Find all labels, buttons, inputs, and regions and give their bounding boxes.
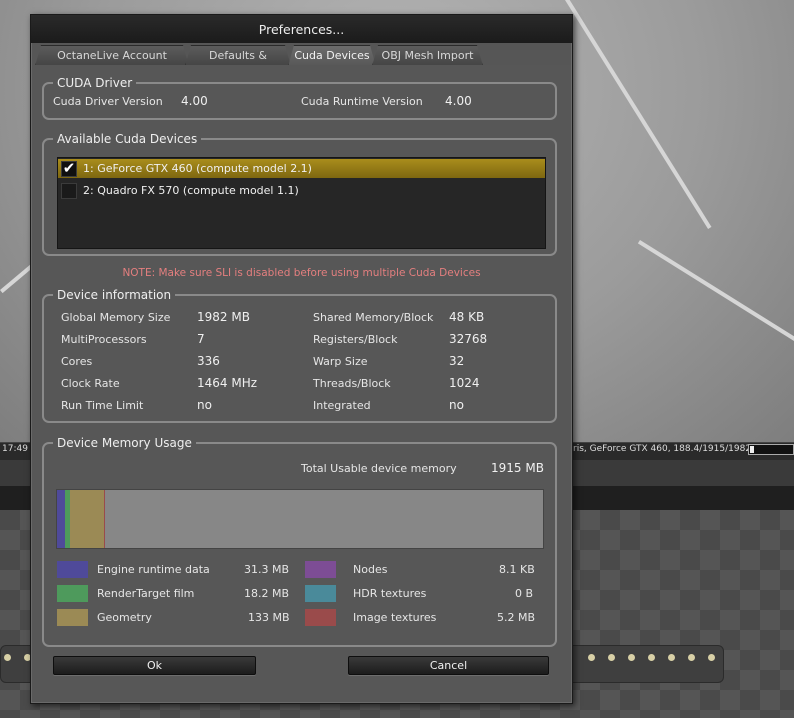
legend-swatch-geometry — [57, 609, 88, 626]
legend-label: Image textures — [353, 611, 437, 624]
memory-bar-segment — [70, 490, 104, 548]
node-port-dot — [648, 654, 655, 661]
device-item-quadro[interactable]: 2: Quadro FX 570 (compute model 1.1) — [58, 181, 545, 200]
legend-label: Geometry — [97, 611, 152, 624]
info-value: 1464 MHz — [197, 376, 258, 390]
legend-value: 18.2 MB — [244, 587, 290, 600]
node-port-dot — [708, 654, 715, 661]
device-info-title: Device information — [53, 287, 176, 303]
tab-obj-mesh-import[interactable]: OBJ Mesh Import — [372, 45, 483, 66]
render-line — [637, 240, 794, 360]
driver-version-label: Cuda Driver Version — [53, 95, 163, 108]
preferences-dialog: Preferences... OctaneLive Account Settin… — [30, 14, 573, 704]
memory-usage-bar — [56, 489, 544, 549]
device-label: 1: GeForce GTX 460 (compute model 2.1) — [83, 162, 312, 175]
memory-usage-group: Device Memory Usage Total Usable device … — [42, 435, 557, 647]
legend-label: RenderTarget film — [97, 587, 195, 600]
info-value: 336 — [197, 354, 220, 368]
info-label: Global Memory Size — [61, 311, 171, 324]
render-line — [565, 0, 712, 229]
legend-value: 5.2 MB — [497, 611, 536, 624]
info-value: 32768 — [449, 332, 488, 346]
info-label: Warp Size — [313, 355, 368, 368]
info-label: Threads/Block — [313, 377, 391, 390]
driver-version-value: 4.00 — [181, 94, 208, 108]
node-port-dot — [608, 654, 615, 661]
runtime-version-label: Cuda Runtime Version — [301, 95, 423, 108]
legend-swatch-hdr — [305, 585, 336, 602]
tab-content-cuda-devices: CUDA Driver Cuda Driver Version 4.00 Cud… — [32, 65, 571, 702]
sli-note: NOTE: Make sure SLI is disabled before u… — [122, 267, 481, 279]
legend-label: HDR textures — [353, 587, 427, 600]
status-time: 17:49 — [2, 444, 28, 454]
device-item-gtx460[interactable]: ✔ 1: GeForce GTX 460 (compute model 2.1) — [58, 159, 545, 178]
info-value: 1982 MB — [197, 310, 250, 324]
info-label: Cores — [61, 355, 93, 368]
dialog-title: Preferences... — [31, 15, 572, 43]
status-gpu-text: ris, GeForce GTX 460, 188.4/1915/1982 MB — [573, 444, 768, 454]
render-line — [0, 264, 34, 294]
node-port-dot — [688, 654, 695, 661]
info-value: 32 — [449, 354, 465, 368]
legend-swatch-rendertarget — [57, 585, 88, 602]
memory-usage-title: Device Memory Usage — [53, 435, 196, 451]
legend-label: Engine runtime data — [97, 563, 210, 576]
cuda-devices-group: Available Cuda Devices ✔ 1: GeForce GTX … — [42, 131, 557, 256]
gpu-memory-meter — [748, 444, 794, 455]
device-checkbox-gtx460[interactable]: ✔ — [61, 161, 77, 177]
legend-value: 133 MB — [248, 611, 290, 624]
info-value: 1024 — [449, 376, 480, 390]
info-label: MultiProcessors — [61, 333, 147, 346]
memory-bar-segment — [104, 490, 105, 548]
tab-cuda-devices[interactable]: Cuda Devices — [288, 45, 376, 67]
device-checkbox-quadro[interactable] — [61, 183, 77, 199]
info-value: no — [197, 398, 212, 412]
device-info-group: Device information Global Memory Size 19… — [42, 287, 557, 423]
cuda-devices-title: Available Cuda Devices — [53, 131, 202, 147]
legend-swatch-image-textures — [305, 609, 336, 626]
cancel-button[interactable]: Cancel — [348, 656, 549, 675]
info-label: Run Time Limit — [61, 399, 144, 412]
ok-button[interactable]: Ok — [53, 656, 256, 675]
device-label: 2: Quadro FX 570 (compute model 1.1) — [83, 184, 299, 197]
info-label: Integrated — [313, 399, 371, 412]
memory-bar-segment — [57, 490, 65, 548]
cuda-driver-group: CUDA Driver Cuda Driver Version 4.00 Cud… — [42, 75, 557, 120]
node-port-dot — [628, 654, 635, 661]
legend-swatch-engine — [57, 561, 88, 578]
legend-swatch-nodes — [305, 561, 336, 578]
legend-label: Nodes — [353, 563, 388, 576]
runtime-version-value: 4.00 — [445, 94, 472, 108]
node-port-dot — [668, 654, 675, 661]
gpu-memory-meter-fill — [750, 446, 754, 453]
legend-value: 31.3 MB — [244, 563, 290, 576]
tab-bar: OctaneLive Account Settings Defaults & C… — [31, 45, 572, 65]
info-value: no — [449, 398, 464, 412]
info-label: Clock Rate — [61, 377, 120, 390]
tab-defaults-controls[interactable]: Defaults & Controls — [185, 45, 291, 66]
total-memory-label: Total Usable device memory — [301, 462, 457, 475]
node-port-dot — [588, 654, 595, 661]
legend-value: 0 B — [515, 587, 534, 600]
total-memory-value: 1915 MB — [491, 461, 544, 475]
legend-value: 8.1 KB — [499, 563, 535, 576]
cuda-device-list: ✔ 1: GeForce GTX 460 (compute model 2.1)… — [57, 157, 546, 249]
info-label: Shared Memory/Block — [313, 311, 434, 324]
info-label: Registers/Block — [313, 333, 398, 346]
info-value: 7 — [197, 332, 205, 346]
node-port-dot — [4, 654, 11, 661]
info-value: 48 KB — [449, 310, 485, 324]
cuda-driver-title: CUDA Driver — [53, 75, 137, 91]
tab-octanelive-account[interactable]: OctaneLive Account Settings — [35, 45, 189, 66]
